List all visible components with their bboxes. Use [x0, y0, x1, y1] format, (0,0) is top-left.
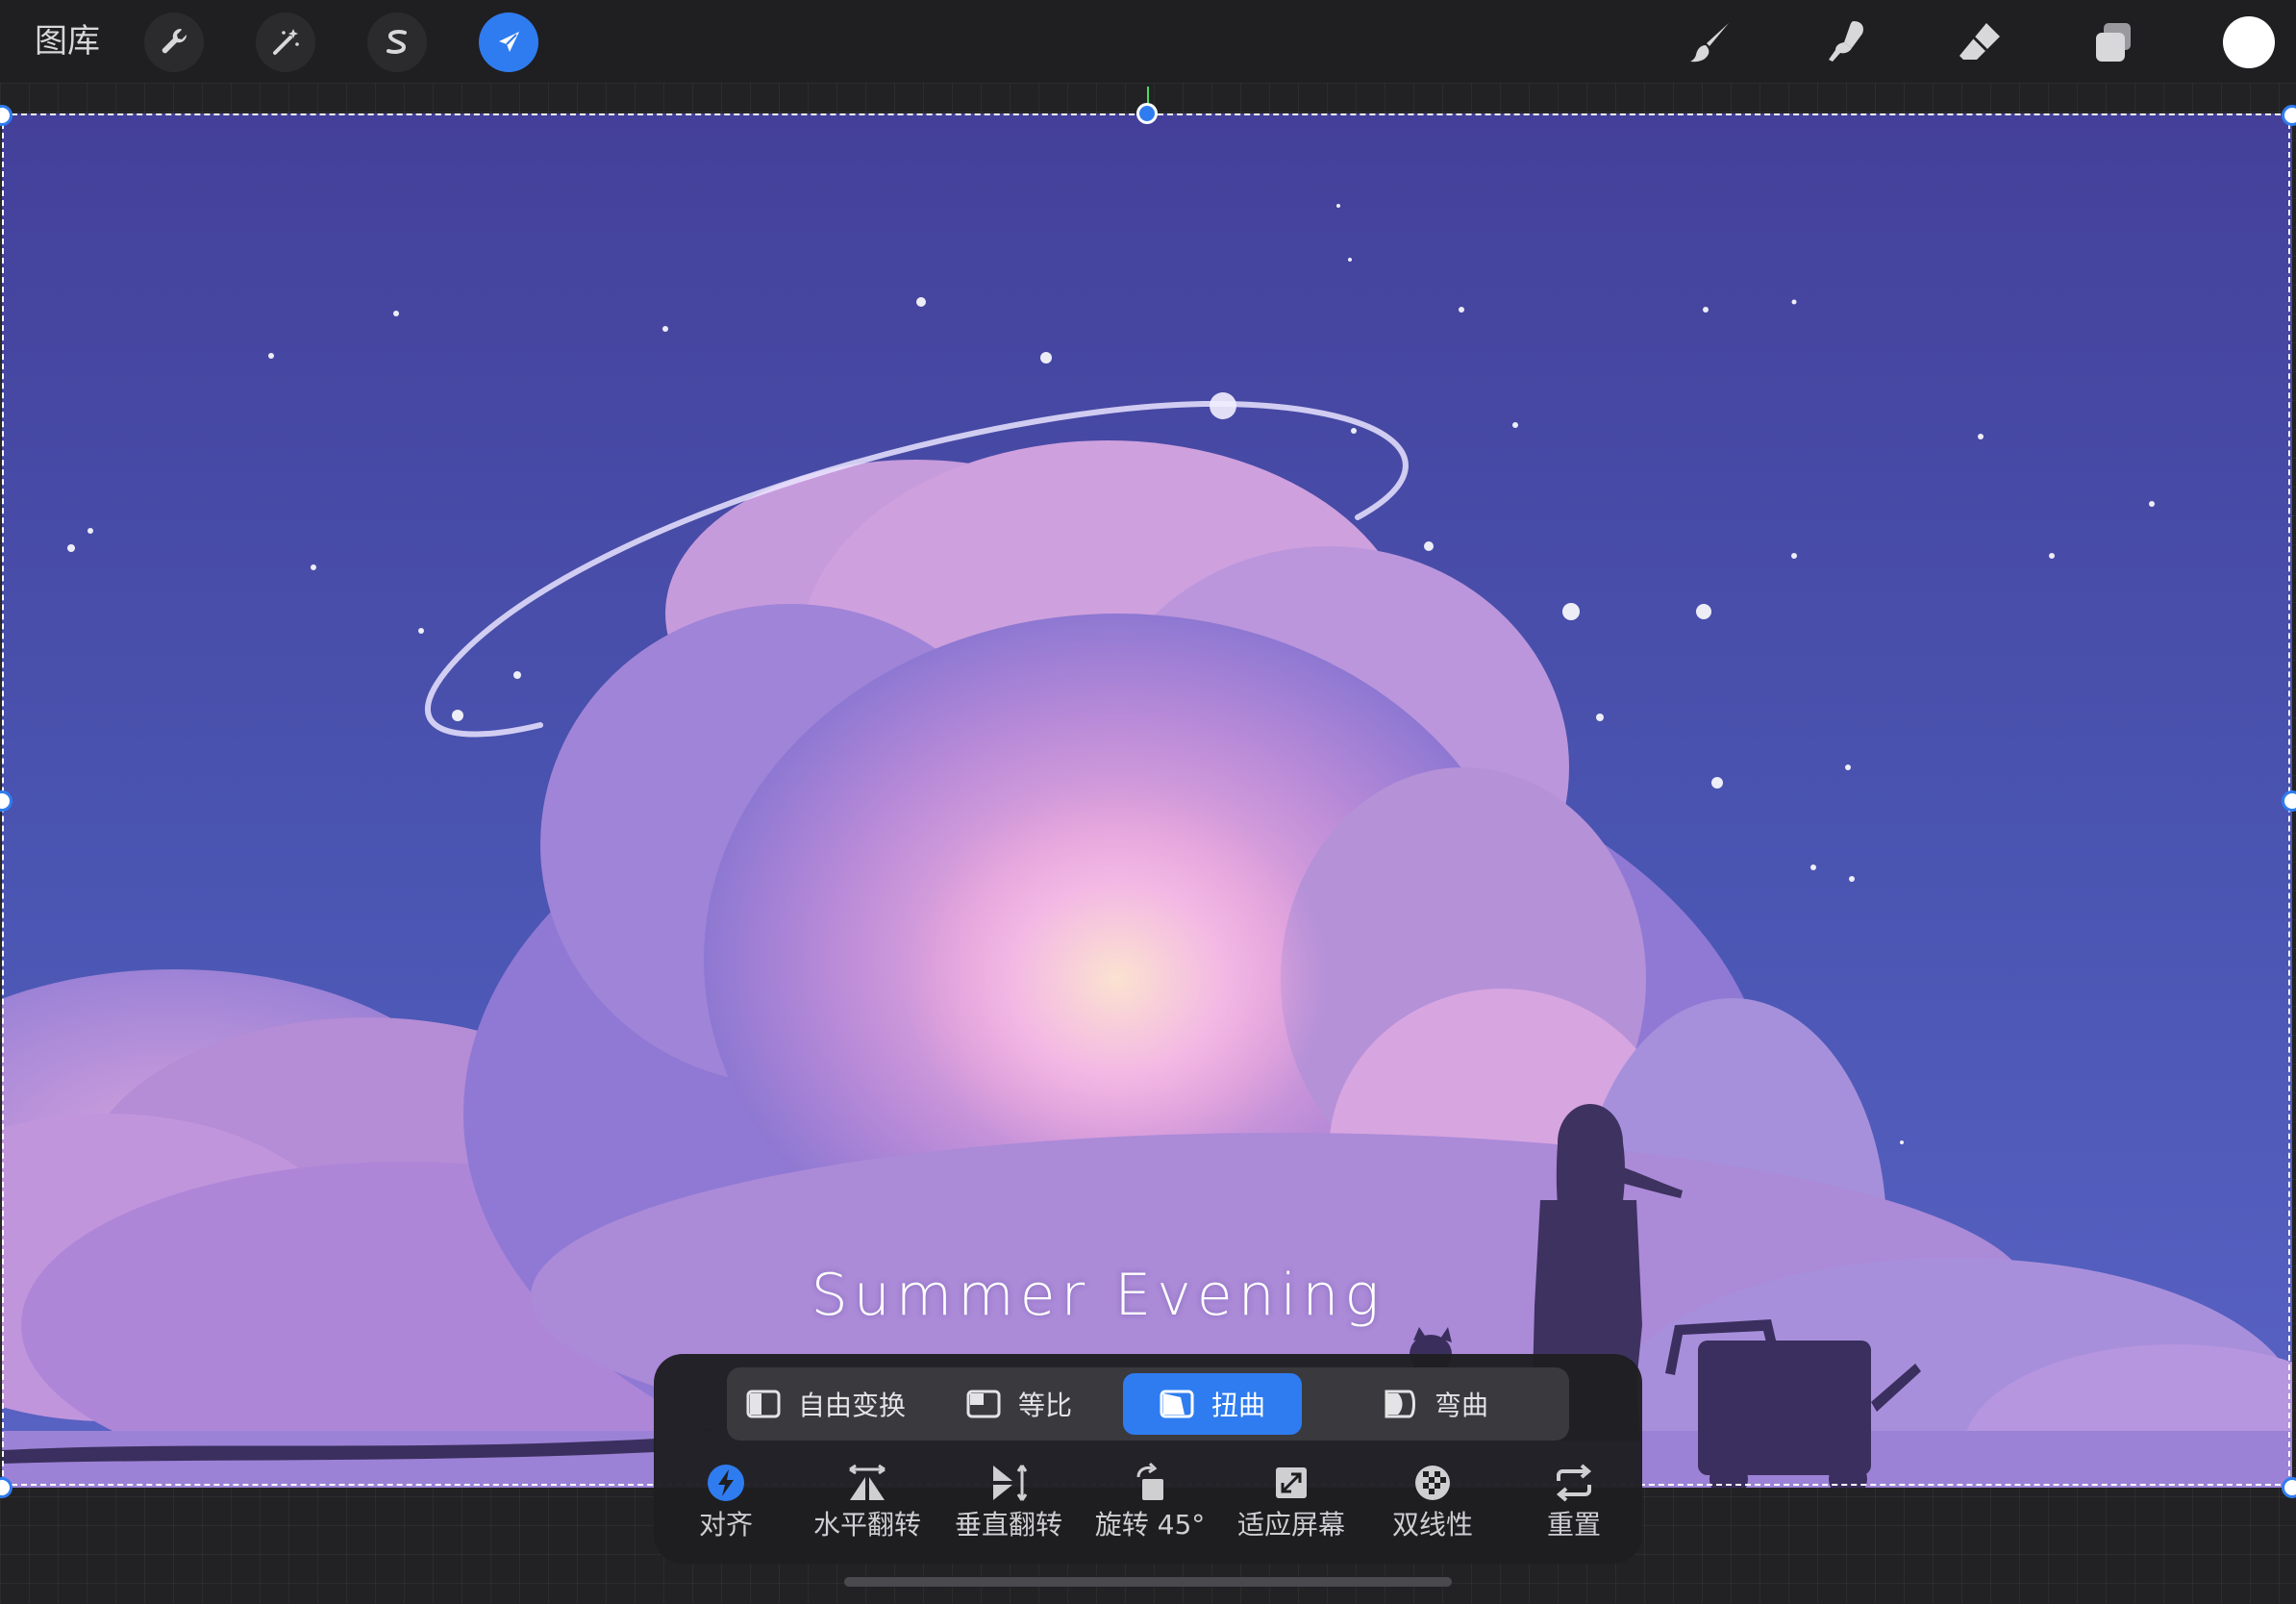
reset-icon	[1556, 1464, 1592, 1502]
magic-wand-icon	[273, 29, 299, 55]
rotate-45-label: 旋转 45°	[1094, 1509, 1206, 1541]
transform-panel: 自由变换 等比 扭曲 弯曲 对齐 水平翻转 垂直翻转 旋转 45° 适应屏幕 双…	[654, 1354, 1642, 1564]
smudge-tool[interactable]	[1815, 12, 1877, 73]
procreate-app: 图库 Summer Evening 自由变换 等比 扭曲 弯曲 对齐 水平翻转 …	[0, 0, 2296, 1604]
fit-screen-icon	[1276, 1467, 1307, 1498]
handle-bottom-right[interactable]	[2282, 1477, 2296, 1498]
rotate-icon	[1136, 1462, 1163, 1500]
reset-button[interactable]: 重置	[1502, 1462, 1646, 1542]
home-indicator	[844, 1577, 1452, 1587]
brush-tool[interactable]	[1681, 12, 1742, 73]
top-toolbar: 图库	[0, 0, 2296, 83]
tab-uniform[interactable]: 等比	[925, 1373, 1113, 1435]
tab-distort-label: 扭曲	[1210, 1390, 1265, 1421]
flip-horizontal-label: 水平翻转	[812, 1509, 921, 1541]
tab-warp-label: 弯曲	[1434, 1390, 1488, 1421]
selection-button[interactable]	[367, 13, 427, 72]
handle-middle-right[interactable]	[2282, 790, 2296, 812]
transform-mode-bar: 自由变换 等比 扭曲 弯曲	[727, 1367, 1569, 1441]
gallery-button[interactable]: 图库	[35, 19, 100, 63]
tab-freeform-label: 自由变换	[797, 1390, 906, 1421]
warp-mode-icon	[1385, 1390, 1415, 1418]
smudge-finger-icon	[1829, 21, 1863, 62]
tab-freeform[interactable]: 自由变换	[736, 1373, 915, 1435]
rotate-45-button[interactable]: 旋转 45°	[1078, 1462, 1222, 1542]
layers-tool[interactable]	[2083, 12, 2144, 73]
reset-label: 重置	[1546, 1509, 1601, 1541]
layers-icon	[2096, 23, 2131, 62]
bilinear-button[interactable]: 双线性	[1360, 1462, 1505, 1542]
eraser-icon	[1959, 23, 2000, 60]
snapping-label: 对齐	[698, 1509, 753, 1541]
fit-to-screen-label: 适应屏幕	[1236, 1509, 1345, 1541]
distort-mode-icon	[1160, 1390, 1194, 1418]
flip-horizontal-button[interactable]: 水平翻转	[795, 1462, 939, 1542]
freeform-mode-icon	[746, 1390, 781, 1418]
snap-lightning-icon	[708, 1465, 744, 1501]
brush-icon	[1690, 23, 1729, 63]
bilinear-label: 双线性	[1391, 1509, 1473, 1541]
artwork-title: Summer Evening	[811, 1262, 1385, 1329]
eraser-tool[interactable]	[1950, 12, 2011, 73]
bilinear-icon	[1415, 1466, 1450, 1500]
flip-vertical-icon	[993, 1465, 1028, 1501]
tab-distort[interactable]: 扭曲	[1123, 1373, 1302, 1435]
actions-button[interactable]	[144, 13, 204, 72]
rotation-handle[interactable]	[1136, 103, 1158, 124]
selection-s-icon	[387, 30, 407, 54]
arrow-cursor-icon	[499, 32, 519, 52]
flip-vertical-label: 垂直翻转	[954, 1509, 1062, 1541]
wrench-icon	[162, 28, 187, 54]
transform-button[interactable]	[479, 13, 538, 72]
snapping-button[interactable]: 对齐	[654, 1462, 798, 1542]
flip-horizontal-icon	[849, 1464, 886, 1500]
fit-to-screen-button[interactable]: 适应屏幕	[1219, 1462, 1363, 1542]
flip-vertical-button[interactable]: 垂直翻转	[936, 1462, 1081, 1542]
color-swatch-button[interactable]	[2223, 16, 2275, 68]
handle-top-right[interactable]	[2282, 105, 2296, 126]
tab-uniform-label: 等比	[1017, 1390, 1072, 1421]
tab-warp[interactable]: 弯曲	[1311, 1373, 1560, 1435]
uniform-mode-icon	[966, 1390, 1001, 1418]
adjustments-button[interactable]	[256, 13, 315, 72]
